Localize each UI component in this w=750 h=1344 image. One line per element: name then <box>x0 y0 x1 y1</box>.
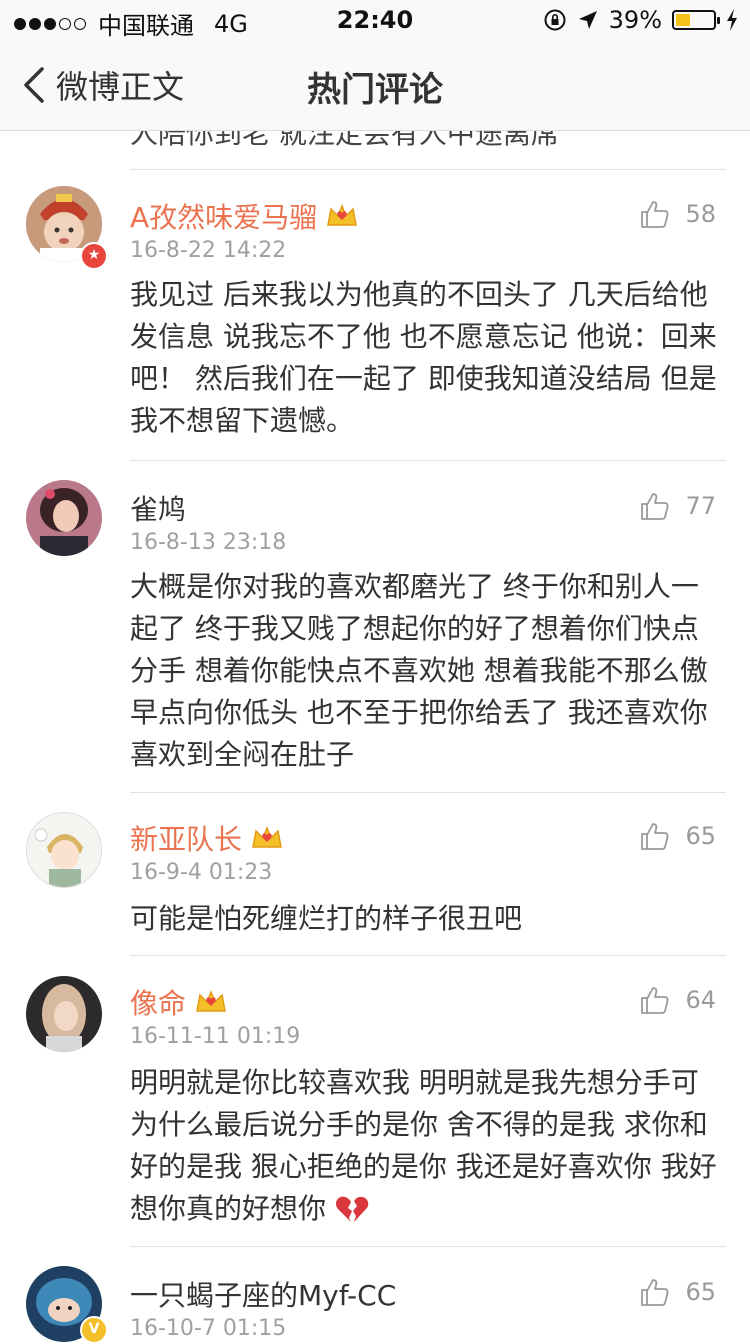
like-button[interactable]: 64 <box>639 984 716 1016</box>
status-bar: 中国联通 4G 22:40 39% <box>0 0 750 40</box>
verified-badge-icon: ★ <box>80 242 108 270</box>
comment-text: 大概是你对我的喜欢都磨光了 终于你和别人一起了 终于我又贱了想起你的好了想着你们… <box>130 570 708 771</box>
vip-crown-icon <box>196 989 226 1012</box>
like-button[interactable]: 58 <box>639 198 716 230</box>
comment-author[interactable]: 新亚队长 <box>130 818 242 858</box>
like-button[interactable]: 65 <box>639 1276 716 1308</box>
comment-text: 明明就是你比较喜欢我 明明就是我先想分手可为什么最后说分手的是你 舍不得的是我 … <box>130 1066 717 1225</box>
divider <box>130 460 726 461</box>
thumbs-up-icon <box>641 987 669 1014</box>
vip-crown-icon <box>327 203 358 226</box>
comment-author[interactable]: 像命 <box>130 982 186 1022</box>
comment-time: 16-8-22 14:22 <box>130 238 287 263</box>
like-count: 77 <box>685 492 716 520</box>
thumbs-up-icon <box>641 493 669 520</box>
divider <box>130 1246 726 1247</box>
page-title: 热门评论 <box>307 70 443 110</box>
comment-text: 可能是怕死缠烂打的样子很丑吧 <box>130 902 523 935</box>
anime-avatar[interactable] <box>26 812 102 888</box>
charging-bolt-icon <box>727 9 737 31</box>
comment-time: 16-10-7 01:15 <box>130 1316 287 1341</box>
comment-author[interactable]: A孜然味爱马骝 <box>130 196 317 236</box>
comment-time: 16-8-13 23:18 <box>130 530 287 555</box>
girl-avatar[interactable] <box>26 480 102 556</box>
thumbs-up-icon <box>641 201 669 228</box>
like-button[interactable]: 77 <box>639 490 716 522</box>
like-count: 58 <box>685 200 716 228</box>
blonde-avatar[interactable] <box>26 976 102 1052</box>
battery-percent: 39% <box>608 6 662 34</box>
verified-badge-icon: V <box>80 1316 108 1344</box>
location-arrow-icon <box>578 11 597 29</box>
like-count: 65 <box>685 822 716 850</box>
like-count: 64 <box>685 986 716 1014</box>
vip-crown-icon <box>252 825 282 848</box>
orientation-lock-icon <box>544 9 566 31</box>
navigation-bar: 微博正文 热门评论 <box>0 40 750 131</box>
comment-time: 16-11-11 01:19 <box>130 1024 301 1049</box>
thumbs-up-icon <box>641 1279 669 1306</box>
like-count: 65 <box>685 1278 716 1306</box>
like-button[interactable]: 65 <box>639 820 716 852</box>
comment-text: 我见过 后来我以为他真的不回头了 几天后给他发信息 说我忘不了他 也不愿意忘记 … <box>130 278 717 437</box>
thumbs-up-icon <box>641 823 669 850</box>
battery-icon <box>672 10 720 30</box>
divider <box>130 955 726 956</box>
divider <box>130 792 726 793</box>
comment-time: 16-9-4 01:23 <box>130 860 273 885</box>
comment-author[interactable]: 一只蝎子座的Myf-CC <box>130 1274 396 1314</box>
divider <box>130 169 726 170</box>
broken-heart-icon <box>335 1196 369 1222</box>
comment-author[interactable]: 雀鸠 <box>130 488 186 528</box>
